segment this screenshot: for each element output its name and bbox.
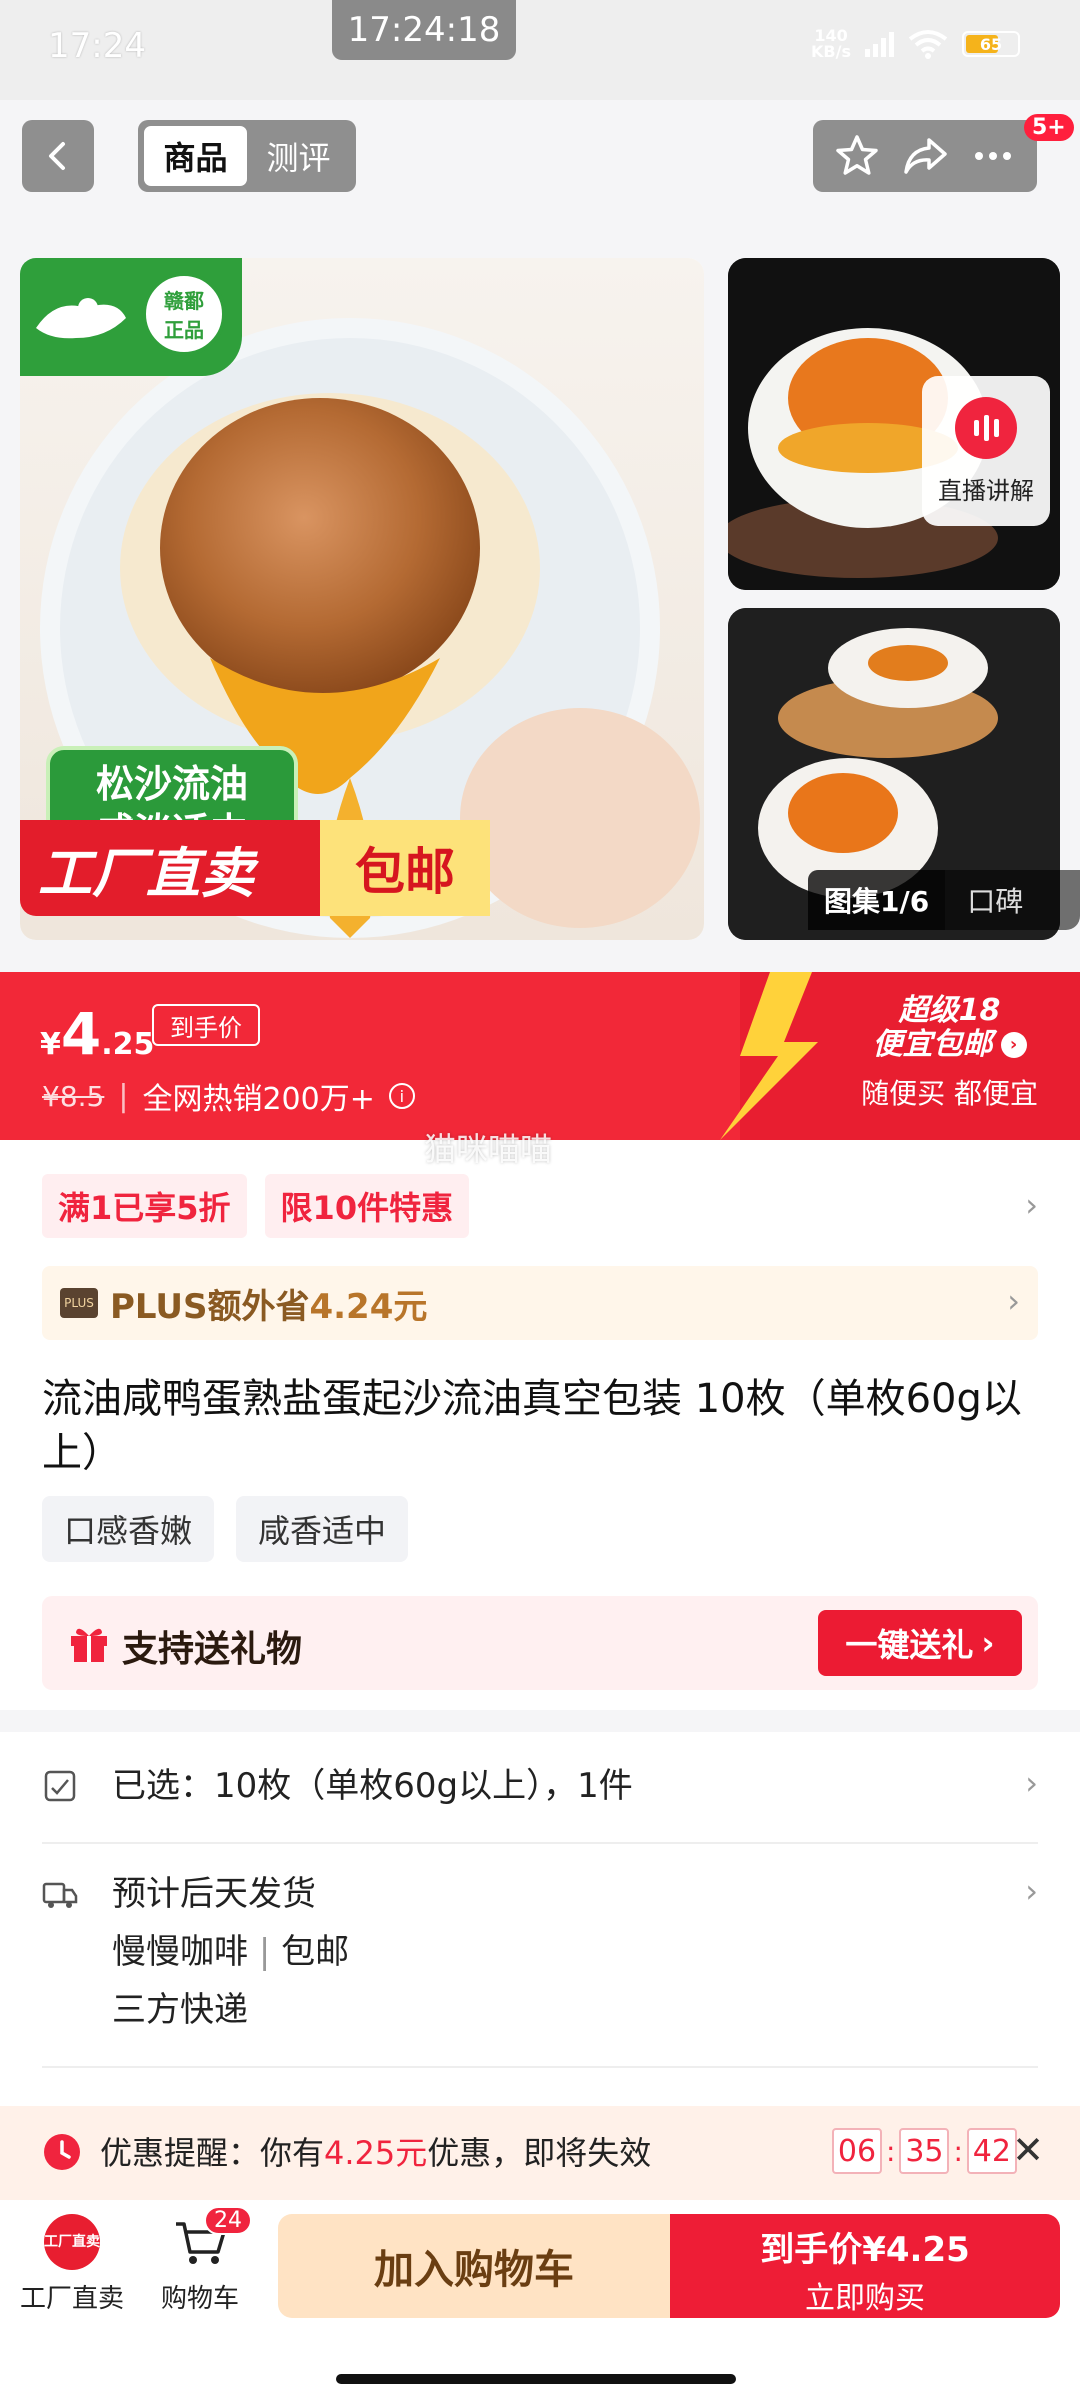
- chevron-right-icon[interactable]: ›: [1025, 1186, 1038, 1224]
- countdown-timer: 06 : 35 : 42: [832, 2128, 1017, 2174]
- shop-info: 慢慢咖啡 | 包邮: [112, 1932, 350, 1972]
- clock-pill: 17:24:18: [332, 0, 516, 60]
- plus-amount: 4.24元: [309, 1286, 428, 1327]
- lightning-icon: [720, 972, 818, 1140]
- status-bar: 17:24 17:24:18 140 KB/s 65: [0, 0, 1080, 100]
- chevron-left-icon: [49, 142, 65, 170]
- reminder-text: 优惠提醒：你有4.25元优惠，即将失效: [100, 2134, 652, 2172]
- factory-label: 工厂直卖: [19, 2284, 124, 2314]
- watermark: 猫咪喵喵: [424, 1130, 553, 1168]
- buy-now-button[interactable]: 到手价¥4.25 立即购买: [670, 2214, 1060, 2318]
- brand-logo: 赣鄱 正品: [20, 258, 242, 376]
- album-label[interactable]: 图集1/6: [808, 870, 946, 930]
- reminder-amount: 4.25元: [324, 2134, 428, 2172]
- factory-direct-button[interactable]: 工厂直卖 工厂直卖: [12, 2214, 132, 2315]
- divider: [42, 2066, 1038, 2068]
- clock-icon: [44, 2134, 80, 2170]
- product-info-card: 满1已享5折 限10件特惠 › PLUS PLUS额外省4.24元 › 流油咸鸭…: [0, 1140, 1080, 1710]
- status-time: 17:24: [48, 26, 146, 66]
- coupon-list: 满1已享5折 限10件特惠: [42, 1174, 470, 1238]
- factory-banner: 工厂直卖: [20, 820, 320, 916]
- coupon-tag[interactable]: 满1已享5折: [42, 1174, 247, 1238]
- close-icon[interactable]: ✕: [1012, 2128, 1044, 2172]
- top-nav: 商品 测评 5+: [0, 114, 1080, 198]
- free-shipping-banner: 包邮: [320, 820, 490, 916]
- gallery-thumb-1[interactable]: 直播讲解: [728, 258, 1060, 590]
- price-sub: ¥8.5 | 全网热销200万+ i: [42, 1074, 415, 1118]
- tab-product[interactable]: 商品: [144, 126, 247, 186]
- live-icon: [955, 396, 1017, 459]
- shop-name: 慢慢咖啡: [112, 1932, 248, 1972]
- final-price-tag: 到手价: [152, 1004, 260, 1046]
- gift-label: 支持送礼物: [122, 1629, 303, 1670]
- timer-seconds: 42: [966, 2128, 1017, 2174]
- original-price: ¥8.5: [42, 1079, 105, 1113]
- chevron-right-icon: ›: [1025, 1872, 1038, 1910]
- product-gallery: 赣鄱 正品 松沙流油 咸淡适中 工厂直卖 包邮: [20, 258, 1080, 940]
- wifi-icon: [908, 30, 948, 59]
- battery-level: 65: [979, 34, 1003, 54]
- star-icon[interactable]: [833, 132, 881, 180]
- final-price: ¥ 4 .25: [40, 1000, 155, 1068]
- cart-count-badge: 24: [204, 2206, 252, 2235]
- add-to-cart-button[interactable]: 加入购物车: [278, 2214, 670, 2318]
- signal-icon: [865, 31, 894, 57]
- coupon-tag[interactable]: 限10件特惠: [264, 1174, 470, 1238]
- duck-logo-icon: [36, 298, 126, 339]
- gift-icon: [71, 1628, 107, 1662]
- coupon-reminder: 优惠提醒：你有4.25元优惠，即将失效 06 : 35 : 42 ✕: [0, 2106, 1080, 2200]
- battery-icon: 65: [962, 31, 1020, 57]
- tab-switcher: 商品 测评: [138, 120, 356, 192]
- status-icons: 140 KB/s 65: [811, 28, 1020, 60]
- truck-icon: [42, 1882, 78, 1908]
- plus-logo-icon: PLUS: [60, 1288, 98, 1318]
- plus-savings-row[interactable]: PLUS PLUS额外省4.24元 ›: [42, 1266, 1038, 1340]
- courier-info: 三方快递: [112, 1990, 248, 2030]
- notification-badge: 5+: [1024, 114, 1074, 141]
- selected-spec-row[interactable]: 已选：10枚（单枚60g以上），1件 ›: [0, 1732, 1080, 1842]
- shipping-row[interactable]: 预计后天发货 慢慢咖啡 | 包邮 三方快递 ›: [0, 1844, 1080, 2044]
- buy-price: ¥4.25: [862, 2230, 970, 2270]
- feature-tag: 咸香适中: [236, 1496, 409, 1562]
- more-icon[interactable]: [969, 132, 1017, 180]
- free-shipping: 包邮: [281, 1932, 350, 1972]
- price-banner: ¥ 4 .25 到手价 ¥8.5 | 全网热销200万+ i 超级18 便宜包邮…: [0, 972, 1080, 1140]
- main-product-image[interactable]: 赣鄱 正品 松沙流油 咸淡适中 工厂直卖 包邮: [20, 258, 704, 940]
- tab-review[interactable]: 测评: [247, 126, 350, 186]
- promo-block[interactable]: 超级18 便宜包邮 › 随便买 都便宜: [861, 994, 1038, 1112]
- home-indicator[interactable]: [336, 2374, 736, 2384]
- timer-minutes: 35: [899, 2128, 950, 2174]
- spec-card: 已选：10枚（单枚60g以上），1件 › 预计后天发货 慢慢咖啡 | 包邮 三方…: [0, 1732, 1080, 2112]
- gallery-counter[interactable]: 图集1/6 口碑: [808, 870, 1080, 930]
- action-group: [813, 120, 1037, 192]
- brand-badge: 赣鄱 正品: [142, 272, 226, 356]
- spec-icon: [44, 1770, 76, 1802]
- sales-count: 全网热销200万+: [142, 1082, 375, 1117]
- selected-spec: 已选：10枚（单枚60g以上），1件: [112, 1766, 633, 1806]
- shipping-title: 预计后天发货: [112, 1874, 316, 1914]
- cart-button[interactable]: 24 购物车: [140, 2206, 260, 2315]
- bottom-action-bar: 工厂直卖 工厂直卖 24 购物车 加入购物车 到手价¥4.25 立即购买: [0, 2200, 1080, 2400]
- chevron-right-icon: ›: [981, 1624, 995, 1662]
- product-title: 流油咸鸭蛋熟盐蛋起沙流油真空包装 10枚（单枚60g以上）: [42, 1376, 1022, 1476]
- cart-label: 购物车: [160, 2284, 239, 2314]
- net-speed: 140 KB/s: [811, 26, 851, 61]
- live-label: 直播讲解: [938, 476, 1034, 505]
- chevron-right-icon: ›: [1007, 1282, 1020, 1320]
- plus-text: PLUS额外省: [110, 1286, 310, 1327]
- feature-tag: 口感香嫩: [42, 1496, 215, 1562]
- chevron-right-icon: ›: [1000, 1032, 1027, 1058]
- reviews-label[interactable]: 口碑: [945, 880, 1045, 920]
- send-gift-button[interactable]: 一键送礼 ›: [818, 1610, 1022, 1676]
- gift-row: 支持送礼物 一键送礼 ›: [42, 1596, 1038, 1690]
- timer-hours: 06: [832, 2128, 882, 2174]
- back-button[interactable]: [22, 120, 94, 192]
- info-icon[interactable]: i: [388, 1083, 415, 1109]
- chevron-right-icon: ›: [1025, 1764, 1038, 1802]
- share-icon[interactable]: [901, 132, 949, 180]
- feature-tags: 口感香嫩 咸香适中: [42, 1496, 409, 1562]
- live-explain-button[interactable]: 直播讲解: [922, 376, 1050, 526]
- factory-icon: 工厂直卖: [44, 2214, 100, 2270]
